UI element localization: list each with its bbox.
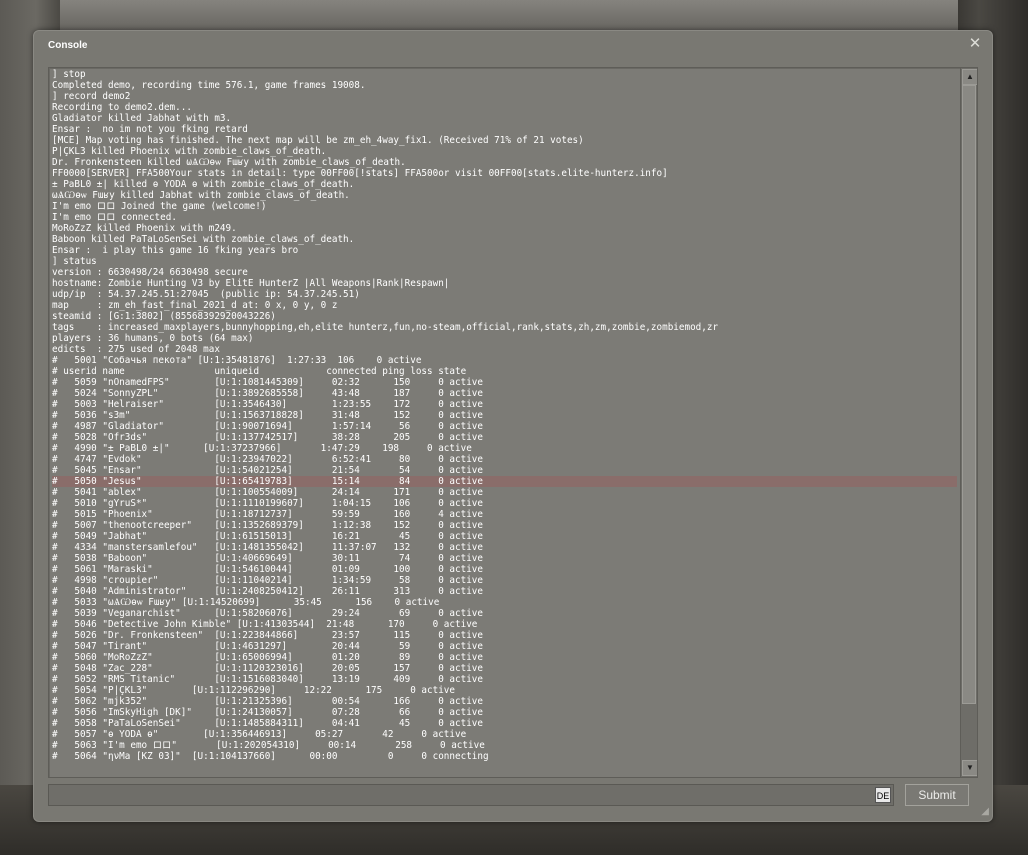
console-log-line: Completed demo, recording time 576.1, ga… [52, 80, 366, 91]
console-log-line: ] stop [52, 69, 86, 80]
console-log-line: MoRoZzZ killed Phoenix with m249. [52, 223, 237, 234]
command-input[interactable] [51, 787, 875, 805]
console-log-line: # 5015 "Phoenix" [U:1:18712737] 59:59 16… [52, 509, 483, 520]
console-log-line: # userid name uniqueid connected ping lo… [52, 366, 467, 377]
console-log: ] stop Completed demo, recording time 576… [52, 69, 957, 762]
console-log-line: # 5040 "Administrator" [U:1:2408250412] … [52, 586, 483, 597]
console-log-line: # 5041 "ablex" [U:1:100554009] 24:14 171… [52, 487, 483, 498]
submit-button[interactable]: Submit [905, 784, 969, 806]
console-log-line: # 5054 "Ρ|ÇKL3" [U:1:112296290] 12:22 17… [52, 685, 455, 696]
console-log-line: # 5036 "s3m" [U:1:1563718828] 31:48 152 … [52, 410, 483, 421]
console-log-line: # 5050 "Jesus" [U:1:65419783] 15:14 84 0… [52, 476, 957, 487]
console-log-line: Baboon killed PaTaLoSenSei with zombie_c… [52, 234, 355, 245]
console-log-line: # 4987 "Gladiator" [U:1:90071694] 1:57:1… [52, 421, 483, 432]
console-log-line: I'm emo ロロ Joined the game (welcome!) [52, 201, 267, 212]
console-log-line: Ensar : i play this game 16 fking years … [52, 245, 299, 256]
scroll-down-arrow-icon[interactable]: ▼ [962, 760, 977, 776]
console-log-line: # 5061 "Maraski" [U:1:54610044] 01:09 10… [52, 564, 483, 575]
console-log-line: # 5033 "ωѦѠѳѡ Fɯʁy" [U:1:14520699] 35:45… [52, 597, 440, 608]
console-log-line: ± PaBL0 ±| killed ɵ YODA ɵ with zombie_c… [52, 179, 355, 190]
console-log-line: Ensar : no im not you fking retard [52, 124, 248, 135]
scroll-up-arrow-icon[interactable]: ▲ [962, 69, 977, 85]
scrollbar-thumb[interactable] [962, 85, 976, 704]
console-log-line: # 5047 "Tirant" [U:1:4631297] 20:44 59 0… [52, 641, 483, 652]
console-log-line: [MCE] Map voting has finished. The next … [52, 135, 584, 146]
console-log-line: # 5059 "nOnamedFPS" [U:1:1081445309] 02:… [52, 377, 483, 388]
console-log-line: ωѦѠѳѡ Fɯʁy killed Jabhat with zombie_cla… [52, 190, 350, 201]
console-log-line: # 5056 "ImSkyHigh [DK]" [U:1:24130057] 0… [52, 707, 483, 718]
console-log-line: version : 6630498/24 6630498 secure [52, 267, 248, 278]
console-log-line: edicts : 275 used of 2048 max [52, 344, 220, 355]
console-log-line: # 5052 "RMS Titanic" [U:1:1516083040] 13… [52, 674, 483, 685]
console-title: Console [48, 40, 88, 51]
console-log-line: Gladiator killed Jabhat with m3. [52, 113, 232, 124]
console-log-line: # 4334 "manstersamlefou" [U:1:1481355042… [52, 542, 483, 553]
console-log-line: # 4990 "± PaBL0 ±|" [U:1:37237966] 1:47:… [52, 443, 472, 454]
console-log-line: # 5001 "Собачья пекота" [U:1:35481876] 1… [52, 355, 422, 366]
console-log-line: # 5010 "gYruS*" [U:1:1110199607] 1:04:15… [52, 498, 483, 509]
console-log-line: # 5049 "Jabhat" [U:1:61515013] 16:21 45 … [52, 531, 483, 542]
console-log-line: # 5038 "Baboon" [U:1:40669649] 30:11 74 … [52, 553, 483, 564]
console-log-line: # 5026 "Dr. Fronkensteen" [U:1:223844866… [52, 630, 483, 641]
console-log-line: # 5048 "Zac_228" [U:1:1120323016] 20:05 … [52, 663, 483, 674]
console-log-line: # 5058 "PaTaLoSenSei" [U:1:1485884311] 0… [52, 718, 483, 729]
console-log-panel[interactable]: ] stop Completed demo, recording time 576… [48, 67, 978, 778]
console-log-line: ] status [52, 256, 97, 267]
console-log-line: hostname: Zombie Hunting V3 by ElitE Hun… [52, 278, 450, 289]
console-log-line: FF0000[SERVER] FFA500Your stats in detai… [52, 168, 668, 179]
console-log-line: # 5024 "SonnyZPL" [U:1:3892685558] 43:48… [52, 388, 483, 399]
console-log-line: tags : increased_maxplayers,bunnyhopping… [52, 322, 719, 333]
console-log-line: steamid : [G:1:3802] (85568392920043226) [52, 311, 276, 322]
command-input-box: DE [48, 784, 894, 806]
console-window: Console ✕ ] stop Completed demo, recordin… [33, 30, 993, 822]
console-log-line: Recording to demo2.dem... [52, 102, 192, 113]
console-log-line: # 5063 "I'm emo ロロ" [U:1:202054310] 00:1… [52, 740, 485, 751]
console-log-line: Ρ|ÇKL3 killed Phoenix with zombie_claws_… [52, 146, 327, 157]
resize-grip-icon[interactable]: ◢ [977, 806, 989, 818]
console-log-line: map : zm_eh_fast_final_2021_d at: 0 x, 0… [52, 300, 338, 311]
console-log-line: # 4747 "Evdok" [U:1:23947022] 6:52:41 80… [52, 454, 483, 465]
console-log-line: # 5045 "Ensar" [U:1:54021254] 21:54 54 0… [52, 465, 483, 476]
console-log-line: # 4998 "croupier" [U:1:11040214] 1:34:59… [52, 575, 483, 586]
console-log-line: udp/ip : 54.37.245.51:27045 (public ip: … [52, 289, 360, 300]
close-icon[interactable]: ✕ [968, 36, 982, 51]
console-log-line: players : 36 humans, 0 bots (64 max) [52, 333, 254, 344]
vertical-scrollbar[interactable]: ▲ ▼ [960, 68, 977, 777]
input-language-badge: DE [875, 787, 891, 803]
console-log-line: # 5028 "Ofr3ds" [U:1:137742517] 38:28 20… [52, 432, 483, 443]
console-log-line: I'm emo ロロ connected. [52, 212, 177, 223]
console-log-line: Dr. Fronkensteen killed ωѦѠѳѡ Fɯʁy with … [52, 157, 406, 168]
console-log-line: # 5007 "thenootcreeper" [U:1:1352689379]… [52, 520, 483, 531]
console-log-line: # 5064 "ηνМа [KZ 03]" [U:1:104137660] 00… [52, 751, 489, 762]
console-log-line: ] record demo2 [52, 91, 131, 102]
console-log-line: # 5062 "mjk352" [U:1:21325396] 00:54 166… [52, 696, 483, 707]
console-log-line: # 5039 "Veganarchist" [U:1:58206076] 29:… [52, 608, 483, 619]
console-log-line: # 5057 "ɵ YODA ɵ" [U:1:356446913] 05:27 … [52, 729, 467, 740]
console-log-line: # 5046 "Detective John Kimble" [U:1:4130… [52, 619, 478, 630]
console-log-line: # 5060 "MoRoZzZ" [U:1:65006994] 01:20 89… [52, 652, 483, 663]
console-log-line: # 5003 "Helraiser" [U:1:3546430] 1:23:55… [52, 399, 483, 410]
